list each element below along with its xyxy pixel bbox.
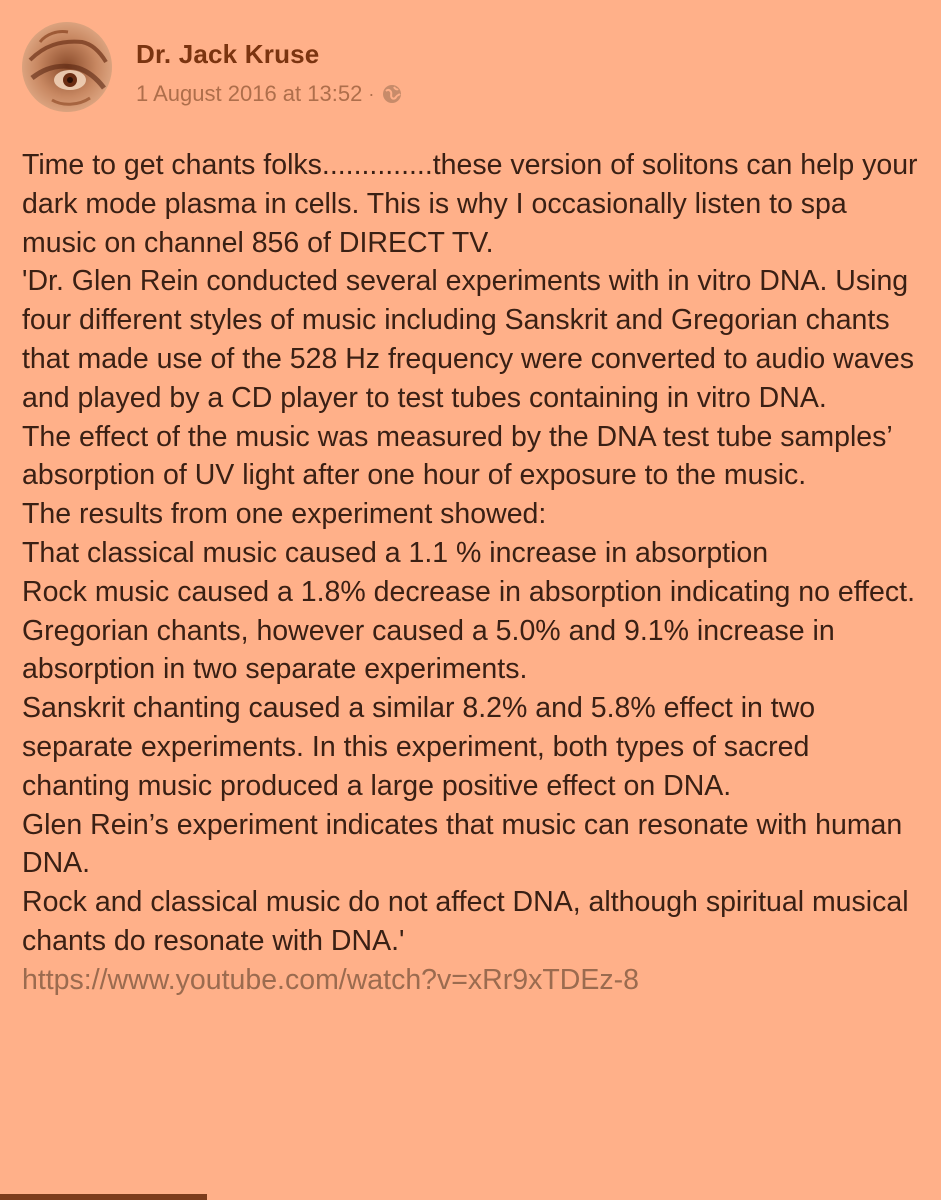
post-paragraph: The results from one experiment showed: <box>22 498 547 531</box>
post-paragraph: Rock music caused a 1.8% decrease in abs… <box>22 575 915 608</box>
post-body: Time to get chants folks..............th… <box>22 146 922 1000</box>
post-paragraph: Sanskrit chanting caused a similar 8.2% … <box>22 692 816 802</box>
facebook-post: Dr. Jack Kruse 1 August 2016 at 13:52 · … <box>0 0 941 1200</box>
post-paragraph: Rock and classical music do not affect D… <box>22 886 909 957</box>
post-header: Dr. Jack Kruse 1 August 2016 at 13:52 · <box>22 22 402 122</box>
post-timestamp[interactable]: 1 August 2016 at 13:52 <box>136 82 362 106</box>
post-paragraph: Gregorian chants, however caused a 5.0% … <box>22 614 835 686</box>
bottom-divider <box>0 1194 941 1200</box>
post-paragraph: Glen Rein’s experiment indicates that mu… <box>22 808 903 880</box>
post-paragraph: That classical music caused a 1.1 % incr… <box>22 536 769 569</box>
avatar-image <box>22 22 112 112</box>
post-meta: Dr. Jack Kruse 1 August 2016 at 13:52 · <box>136 22 402 106</box>
author-avatar[interactable] <box>22 22 112 112</box>
post-timeline: 1 August 2016 at 13:52 · <box>136 82 402 106</box>
youtube-link[interactable]: https://www.youtube.com/watch?v=xRr9xTDE… <box>22 961 922 1000</box>
post-paragraph: The effect of the music was measured by … <box>22 420 892 492</box>
author-name[interactable]: Dr. Jack Kruse <box>136 40 402 68</box>
globe-icon <box>382 84 402 104</box>
post-paragraph: Time to get chants folks..............th… <box>22 149 918 259</box>
meta-separator: · <box>368 84 375 104</box>
post-paragraph: 'Dr. Glen Rein conducted several experim… <box>22 265 914 414</box>
